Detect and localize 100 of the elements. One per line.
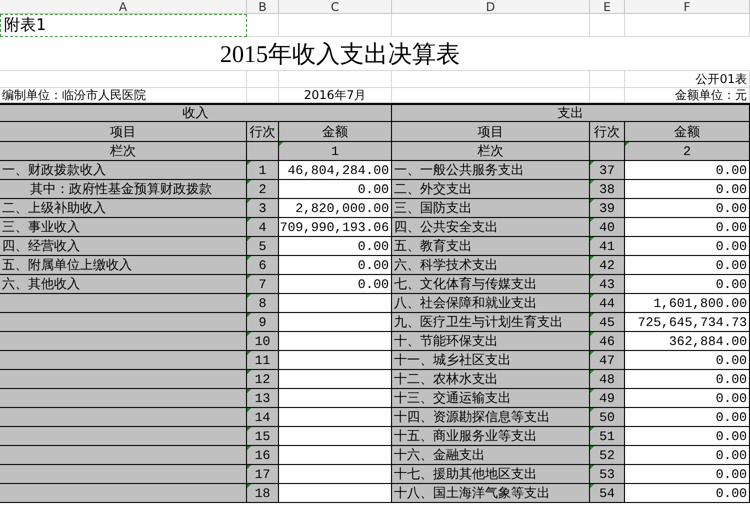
column-title: 栏次 — [392, 142, 590, 161]
column-header[interactable]: D — [392, 0, 590, 14]
table-cell: 52 — [590, 446, 625, 465]
table-cell: 九、医疗卫生与计划生育支出 — [392, 313, 590, 332]
table-cell: 0.00 — [625, 370, 750, 389]
table-cell: 16 — [247, 446, 279, 465]
table-cell: 0.00 — [625, 389, 750, 408]
table-cell: 十一、城乡社区支出 — [392, 351, 590, 370]
table-cell: 5 — [247, 237, 279, 256]
table-cell: 0.00 — [625, 427, 750, 446]
section-header: 支出 — [392, 103, 750, 122]
table-cell: 0.00 — [625, 408, 750, 427]
table-cell: 0.00 — [279, 180, 392, 199]
column-header[interactable]: B — [247, 0, 279, 14]
table-cell: 1,601,800.00 — [625, 294, 750, 313]
column-title: 行次 — [247, 122, 279, 142]
table-note: 公开01表 — [625, 71, 750, 88]
table-cell: 18 — [247, 484, 279, 503]
table-cell: 十八、国土海洋气象等支出 — [392, 484, 590, 503]
table-cell: 八、社会保障和就业支出 — [392, 294, 590, 313]
table-cell: 二、上级补助收入 — [0, 199, 247, 218]
column-header[interactable]: E — [590, 0, 625, 14]
column-title: 栏次 — [0, 142, 247, 161]
empty-cell[interactable] — [279, 14, 392, 37]
table-cell: 11 — [247, 351, 279, 370]
table-cell: 9 — [247, 313, 279, 332]
table-cell: 0.00 — [625, 446, 750, 465]
table-cell: 50 — [590, 408, 625, 427]
table-cell: 2 — [247, 180, 279, 199]
table-cell: 47 — [590, 351, 625, 370]
table-cell: 709,990,193.06 — [279, 218, 392, 237]
column-header[interactable]: F — [625, 0, 750, 14]
sheet-cell[interactable]: 附表1 — [0, 14, 247, 37]
table-cell: 362,884.00 — [625, 332, 750, 351]
table-cell: 三、事业收入 — [0, 218, 247, 237]
table-cell: 42 — [590, 256, 625, 275]
table-cell: 725,645,734.73 — [625, 313, 750, 332]
empty-cell[interactable] — [590, 88, 625, 103]
empty-cell[interactable] — [247, 88, 279, 103]
table-cell: 五、教育支出 — [392, 237, 590, 256]
table-cell: 41 — [590, 237, 625, 256]
table-cell: 39 — [590, 199, 625, 218]
column-number: 2 — [625, 142, 750, 161]
table-cell: 六、其他收入 — [0, 275, 247, 294]
table-cell: 48 — [590, 370, 625, 389]
table-cell: 十三、交通运输支出 — [392, 389, 590, 408]
column-header[interactable]: C — [279, 0, 392, 14]
table-cell: 1 — [247, 161, 279, 180]
table-cell: 0.00 — [625, 161, 750, 180]
table-cell: 十四、资源勘探信息等支出 — [392, 408, 590, 427]
table-cell: 45 — [590, 313, 625, 332]
table-cell: 51 — [590, 427, 625, 446]
empty-cell[interactable] — [0, 71, 247, 88]
table-cell: 54 — [590, 484, 625, 503]
empty-cell[interactable] — [625, 14, 750, 37]
table-cell: 46,804,284.00 — [279, 161, 392, 180]
table-cell: 0.00 — [279, 237, 392, 256]
table-cell — [590, 142, 625, 161]
table-cell: 十、节能环保支出 — [392, 332, 590, 351]
table-cell: 13 — [247, 389, 279, 408]
table-cell: 四、公共安全支出 — [392, 218, 590, 237]
table-cell: 0.00 — [625, 237, 750, 256]
table-cell: 其中：政府性基金预算财政拨款 — [0, 180, 247, 199]
table-cell: 三、国防支出 — [392, 199, 590, 218]
table-cell: 8 — [247, 294, 279, 313]
empty-cell[interactable] — [392, 71, 590, 88]
table-cell — [247, 142, 279, 161]
table-cell: 0.00 — [279, 275, 392, 294]
table-cell: 10 — [247, 332, 279, 351]
table-cell: 七、文化体育与传媒支出 — [392, 275, 590, 294]
table-cell: 十五、商业服务业等支出 — [392, 427, 590, 446]
table-cell: 0.00 — [625, 199, 750, 218]
table-cell: 38 — [590, 180, 625, 199]
column-title: 金额 — [279, 122, 392, 142]
empty-cell[interactable] — [590, 14, 625, 37]
table-cell: 四、经营收入 — [0, 237, 247, 256]
empty-cell[interactable] — [590, 71, 625, 88]
table-cell: 0.00 — [625, 465, 750, 484]
table-cell: 4 — [247, 218, 279, 237]
empty-cell[interactable] — [247, 14, 279, 37]
table-cell: 0.00 — [625, 351, 750, 370]
empty-cell[interactable] — [247, 71, 279, 88]
empty-cell[interactable] — [279, 71, 392, 88]
table-cell: 49 — [590, 389, 625, 408]
table-cell: 44 — [590, 294, 625, 313]
table-cell: 0.00 — [625, 275, 750, 294]
table-cell: 0.00 — [279, 256, 392, 275]
table-cell: 3 — [247, 199, 279, 218]
table-cell: 一、财政拨款收入 — [0, 161, 247, 180]
table-cell: 0.00 — [625, 218, 750, 237]
table-cell: 12 — [247, 370, 279, 389]
empty-cell[interactable] — [392, 88, 590, 103]
table-cell: 十二、农林水支出 — [392, 370, 590, 389]
table-cell: 0.00 — [625, 256, 750, 275]
empty-cell[interactable] — [392, 14, 590, 37]
table-cell: 53 — [590, 465, 625, 484]
column-title: 金额 — [625, 122, 750, 142]
table-cell: 一、一般公共服务支出 — [392, 161, 590, 180]
table-cell: 二、外交支出 — [392, 180, 590, 199]
column-header[interactable]: A — [0, 0, 247, 14]
